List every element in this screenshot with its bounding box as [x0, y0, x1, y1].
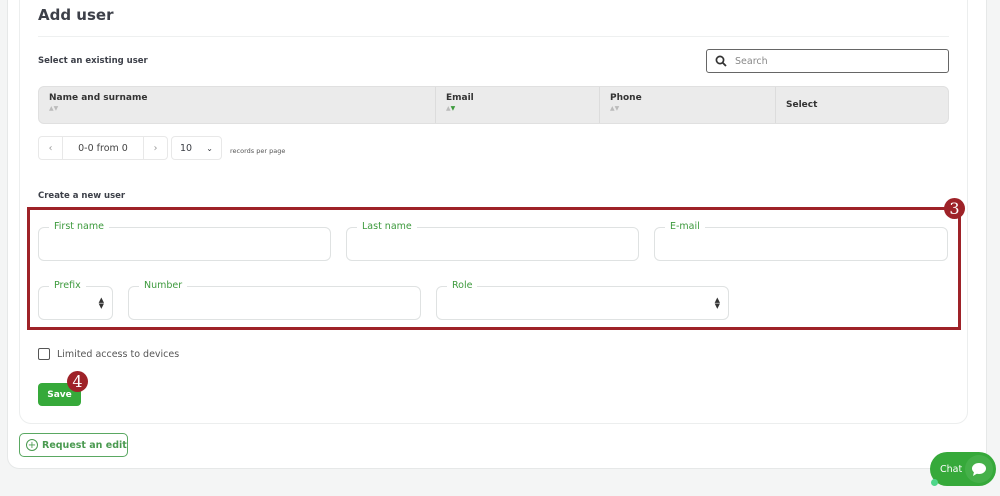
online-indicator [931, 479, 938, 486]
column-label: Email [446, 93, 474, 103]
sort-icon: ▲▼ [49, 105, 59, 112]
per-page-label: records per page [230, 147, 286, 155]
pagination: ‹ 0-0 from 0 › [38, 136, 168, 160]
per-page-select[interactable]: 10 ⌄ [171, 136, 222, 160]
chat-button[interactable]: Chat [930, 452, 996, 486]
step-badge-4: 4 [67, 371, 88, 392]
chat-label: Chat [940, 463, 963, 475]
users-table-header: Name and surname ▲▼ Email ▲▼ Phone ▲▼ Selec… [38, 86, 949, 124]
column-label: Select [786, 100, 818, 110]
request-edit-label: Request an edit [42, 439, 127, 451]
checkbox[interactable] [38, 348, 50, 360]
search-placeholder: Search [735, 55, 768, 67]
search-input[interactable]: Search [706, 49, 949, 73]
column-name[interactable]: Name and surname ▲▼ [39, 87, 436, 123]
divider [38, 36, 949, 37]
page-range: 0-0 from 0 [78, 142, 128, 154]
search-icon [715, 55, 727, 67]
prev-page-button[interactable]: ‹ [39, 137, 63, 159]
column-phone[interactable]: Phone ▲▼ [600, 87, 776, 123]
request-edit-button[interactable]: + Request an edit [19, 433, 128, 457]
sort-icon: ▲▼ [446, 105, 456, 112]
plus-circle-icon: + [26, 439, 38, 451]
create-user-heading: Create a new user [38, 191, 126, 201]
highlight-box [27, 207, 961, 330]
existing-user-heading: Select an existing user [38, 56, 148, 66]
chat-bubble-icon [965, 455, 993, 483]
column-select: Select [776, 87, 948, 123]
sort-icon: ▲▼ [610, 105, 620, 112]
page-title: Add user [38, 6, 114, 24]
column-label: Phone [610, 93, 642, 103]
next-page-button[interactable]: › [143, 137, 167, 159]
per-page-value: 10 [180, 142, 193, 154]
column-label: Name and surname [49, 93, 148, 103]
step-badge-3: 3 [944, 198, 965, 219]
chevron-down-icon: ⌄ [206, 143, 213, 153]
limited-access-checkbox[interactable]: Limited access to devices [38, 348, 179, 360]
checkbox-label: Limited access to devices [57, 348, 180, 360]
column-email[interactable]: Email ▲▼ [436, 87, 600, 123]
